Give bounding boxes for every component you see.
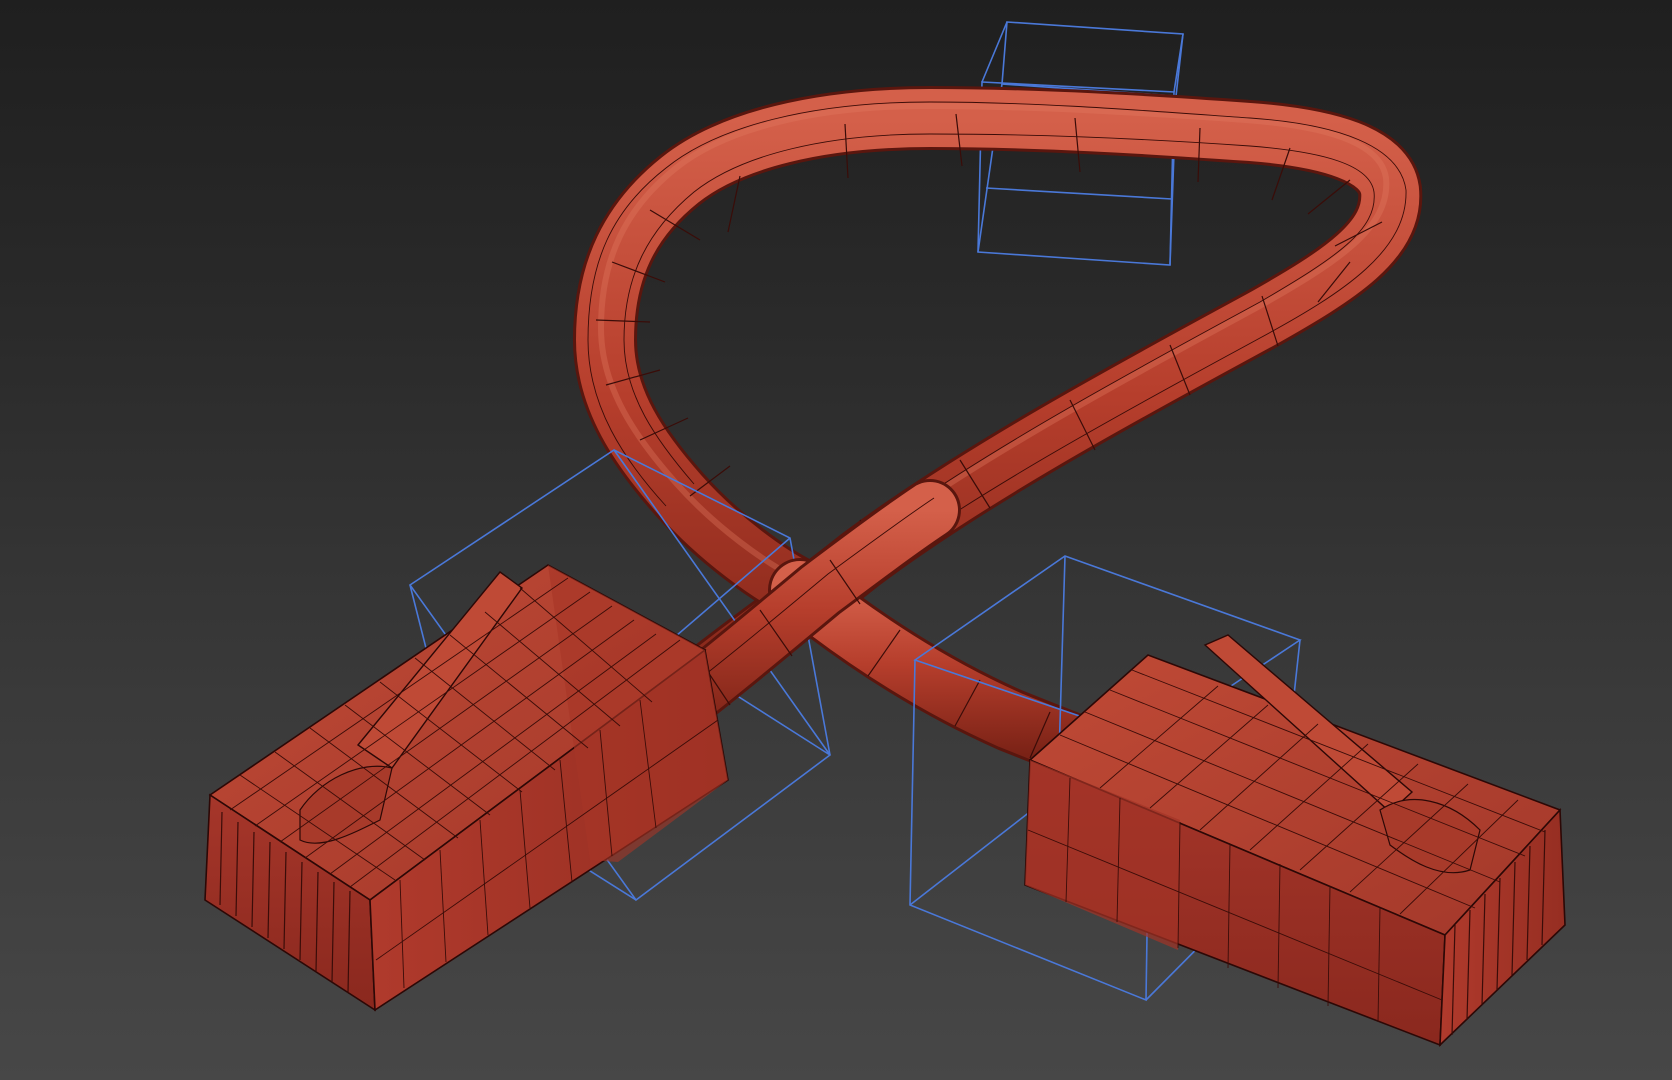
3d-viewport[interactable]	[0, 0, 1672, 1080]
left-connector[interactable]	[204, 564, 729, 1012]
scene-canvas[interactable]	[0, 0, 1672, 1080]
